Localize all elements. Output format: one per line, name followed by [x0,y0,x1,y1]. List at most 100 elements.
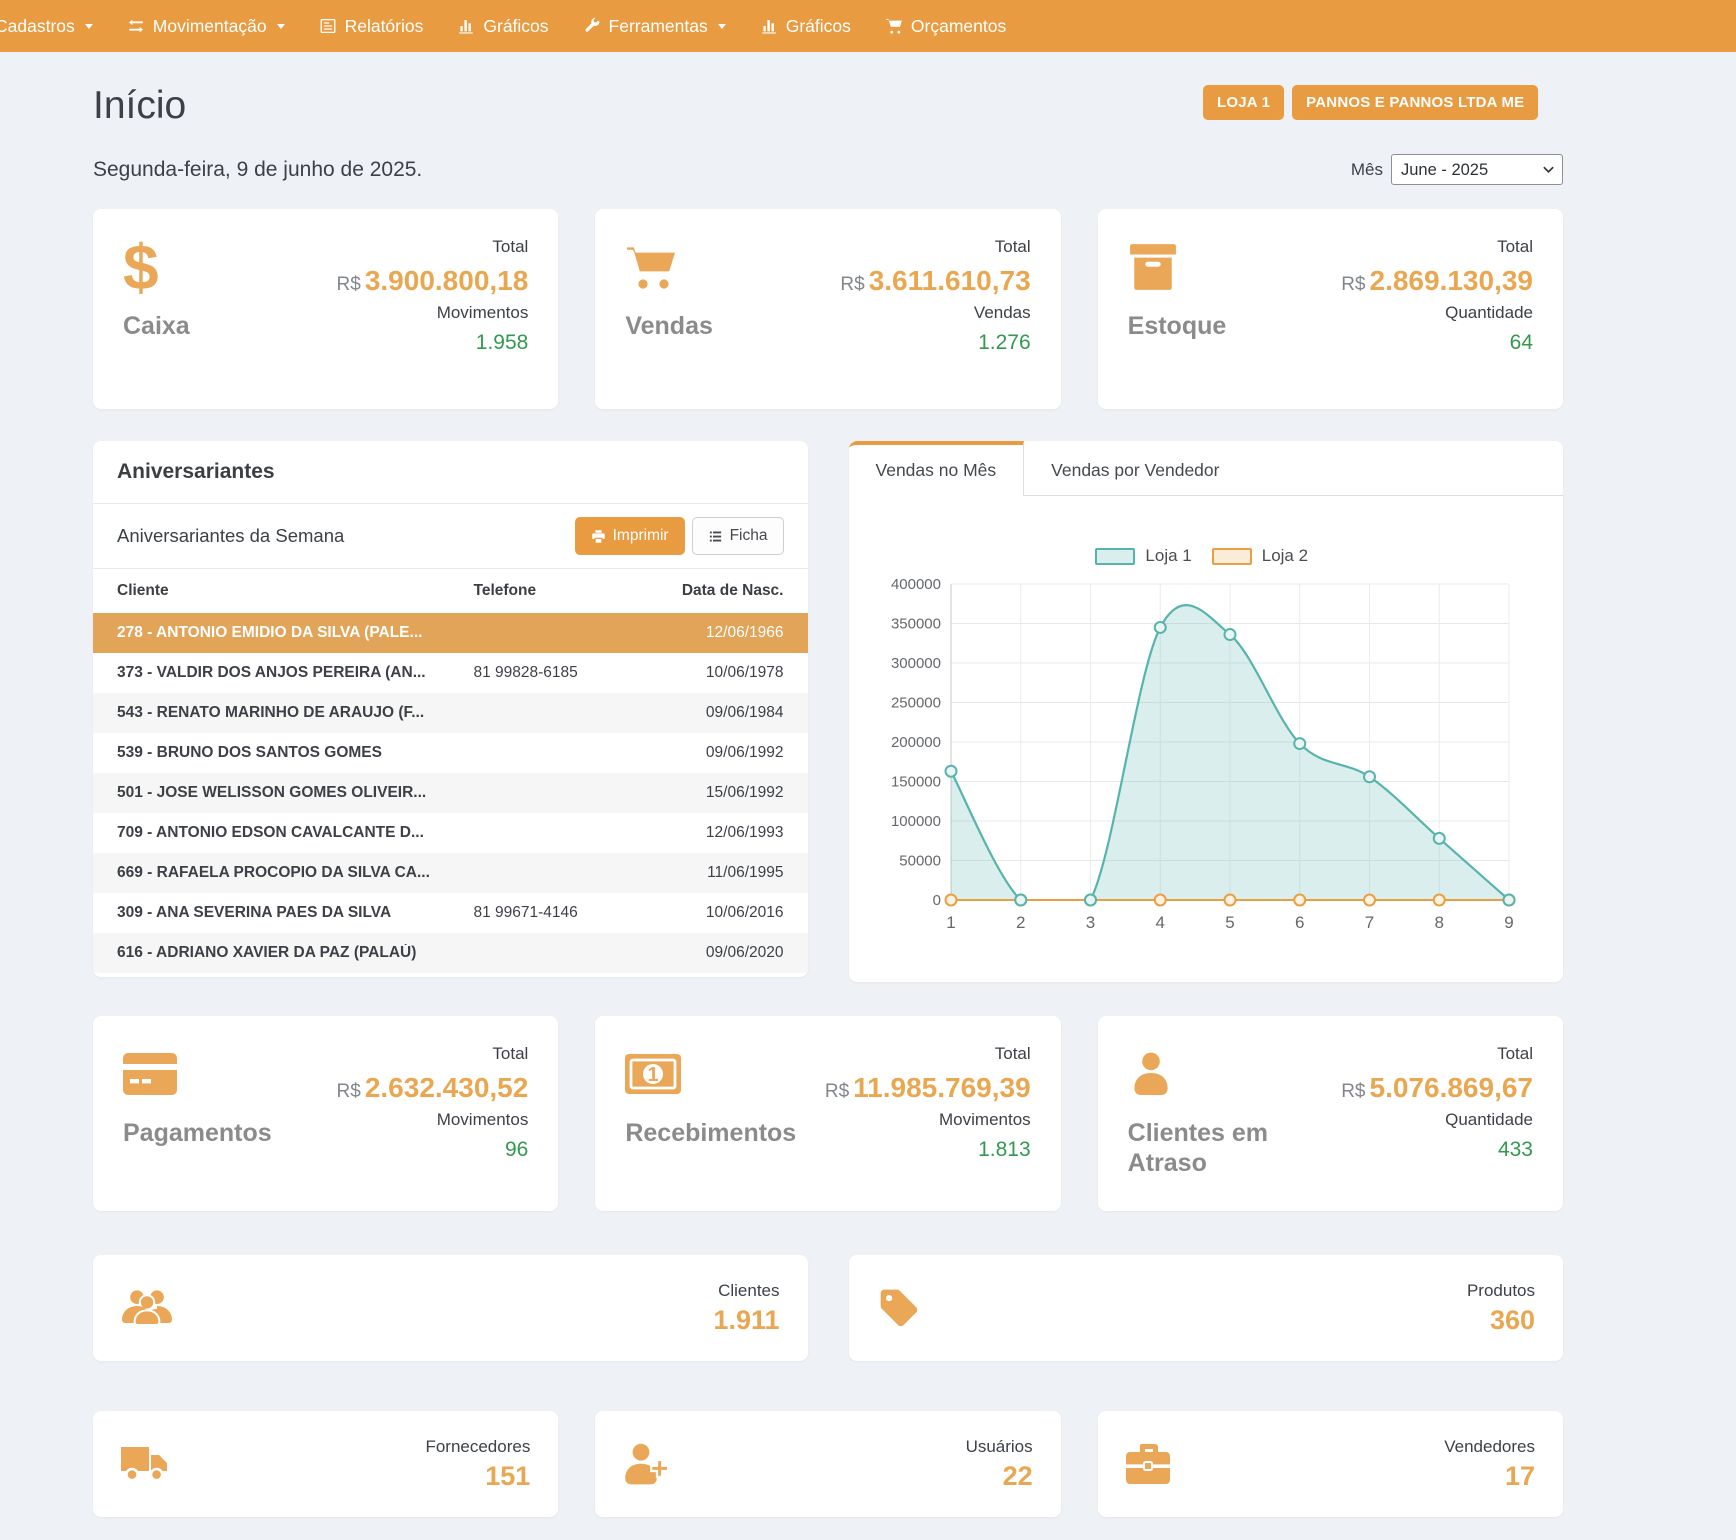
clientes-card: Clientes 1.911 [93,1255,808,1361]
month-select[interactable]: June - 2025 [1391,154,1563,185]
svg-text:150000: 150000 [890,774,940,791]
clientes-atraso-total: R$5.076.869,67 [1341,1072,1533,1104]
table-row[interactable]: 543 - RENATO MARINHO DE ARAUJO (F...09/0… [93,693,808,733]
shopping-cart-icon [625,243,677,291]
legend-label: Loja 1 [1145,546,1191,566]
recebimentos-count: 1.813 [825,1138,1031,1162]
table-row[interactable]: 539 - BRUNO DOS SANTOS GOMES09/06/1992 [93,733,808,773]
tab-vendas-no-mes[interactable]: Vendas no Mês [849,441,1025,496]
produtos-label: Produtos [1467,1281,1535,1301]
svg-text:8: 8 [1434,913,1443,932]
print-button[interactable]: Imprimir [575,517,685,555]
store-button[interactable]: LOJA 1 [1203,85,1284,120]
nav-item-label: Ferramentas [609,16,708,37]
svg-text:0: 0 [932,892,940,909]
table-row[interactable]: 373 - VALDIR DOS ANJOS PEREIRA (AN...81 … [93,653,808,693]
total-label: Total [337,1044,529,1064]
aniversariantes-title: Aniversariantes [93,441,808,504]
birthdate-cell: 09/06/2020 [664,944,784,962]
vendas-count-label: Vendas [840,303,1030,323]
ficha-button[interactable]: Ficha [692,517,784,555]
truck-icon [121,1445,169,1483]
vendas-total: R$3.611.610,73 [840,265,1030,297]
nav-item-label: Gráficos [483,16,548,37]
birthdate-cell: 09/06/1984 [664,704,784,722]
total-label: Total [1341,1044,1533,1064]
nav-item-ferramentas[interactable]: Ferramentas [566,0,743,52]
table-row[interactable]: 669 - RAFAELA PROCOPIO DA SILVA CA... 11/… [93,853,808,893]
nav-item-movimentacao[interactable]: Movimentação [110,0,302,52]
nav-item-orcamentos[interactable]: Orçamentos [868,0,1023,52]
total-label: Total [840,237,1030,257]
vendedores-value: 17 [1444,1461,1535,1492]
client-cell: 709 - ANTONIO EDSON CAVALCANTE D... [117,824,474,842]
svg-text:6: 6 [1295,913,1304,932]
users-group-icon [121,1288,173,1328]
table-row[interactable]: 309 - ANA SEVERINA PAES DA SILVA81 99671… [93,893,808,933]
client-cell: 501 - JOSE WELISSON GOMES OLIVEIR... [117,784,474,802]
table-row[interactable]: 278 - ANTONIO EMIDIO DA SILVA (PALE...12… [93,613,808,653]
chart-tabs: Vendas no MêsVendas por Vendedor [849,441,1564,496]
vendas-title: Vendas [625,311,785,341]
svg-text:1: 1 [946,913,955,932]
nav-item-label: Movimentação [153,16,267,37]
transfer-icon [127,17,145,35]
pagamentos-count: 96 [337,1138,529,1162]
nav-item-cadastros[interactable]: Cadastros [0,0,110,52]
cart-icon [885,17,903,35]
chart-legend: Loja 1 Loja 2 [865,546,1540,566]
svg-text:300000: 300000 [890,655,940,672]
vendas-card: Vendas Total R$3.611.610,73 Vendas 1.276 [595,209,1060,409]
company-button[interactable]: PANNOS E PANNOS LTDA ME [1292,85,1538,120]
nav-item-label: Orçamentos [911,16,1006,37]
aniversariantes-table: 278 - ANTONIO EMIDIO DA SILVA (PALE...12… [93,613,808,973]
caret-down-icon [85,24,93,29]
briefcase-icon [1126,1444,1170,1484]
caixa-count: 1.958 [337,331,529,355]
nav-item-relatorios[interactable]: Relatórios [302,0,441,52]
birthdate-cell: 10/06/1978 [664,664,784,682]
usuarios-card: Usuários 22 [595,1411,1060,1517]
phone-cell: 81 99828-6185 [474,664,664,682]
total-label: Total [337,237,529,257]
legend-loja-2[interactable]: Loja 2 [1212,546,1308,566]
produtos-value: 360 [1467,1305,1535,1336]
client-cell: 309 - ANA SEVERINA PAES DA SILVA [117,904,474,922]
table-header: Cliente Telefone Data de Nasc. [93,569,808,613]
produtos-card: Produtos 360 [849,1255,1564,1361]
fornecedores-card: Fornecedores 151 [93,1411,558,1517]
sales-chart: 0500001000001500002000002500003000003500… [865,570,1540,947]
birthdate-cell: 12/06/1993 [664,824,784,842]
vendedores-label: Vendedores [1444,1437,1535,1457]
client-cell: 373 - VALDIR DOS ANJOS PEREIRA (AN... [117,664,474,682]
main-navbar: Cadastros Movimentação Relatórios Gráficos F… [0,0,1736,52]
svg-text:1: 1 [648,1064,659,1086]
svg-text:100000: 100000 [890,813,940,830]
month-label: Mês [1351,160,1383,180]
birthdate-cell: 09/06/1992 [664,744,784,762]
caret-down-icon [277,24,285,29]
caret-down-icon [718,24,726,29]
caixa-title: Caixa [123,311,283,341]
report-icon [319,17,337,35]
total-label: Total [1341,237,1533,257]
person-icon [1128,1051,1174,1097]
tab-vendas-por-vendedor[interactable]: Vendas por Vendedor [1024,441,1246,495]
nav-item-graficos[interactable]: Gráficos [743,0,868,52]
table-row[interactable]: 616 - ADRIANO XAVIER DA PAZ (PALAÚ)09/06… [93,933,808,973]
legend-loja-1[interactable]: Loja 1 [1095,546,1191,566]
svg-text:250000: 250000 [890,695,940,712]
svg-text:7: 7 [1364,913,1373,932]
vendedores-card: Vendedores 17 [1098,1411,1563,1517]
total-label: Total [825,1044,1031,1064]
nav-item-label: Cadastros [0,16,75,37]
svg-text:200000: 200000 [890,734,940,751]
quantidade-label: Quantidade [1341,303,1533,323]
nav-item-graficos[interactable]: Gráficos [440,0,565,52]
client-cell: 669 - RAFAELA PROCOPIO DA SILVA CA... [117,864,474,882]
table-row[interactable]: 501 - JOSE WELISSON GOMES OLIVEIR...15/0… [93,773,808,813]
caixa-card: $ Caixa Total R$3.900.800,18 Movimentos … [93,209,558,409]
svg-text:5: 5 [1225,913,1234,932]
birthdate-cell: 11/06/1995 [664,864,784,882]
table-row[interactable]: 709 - ANTONIO EDSON CAVALCANTE D... 12/06… [93,813,808,853]
